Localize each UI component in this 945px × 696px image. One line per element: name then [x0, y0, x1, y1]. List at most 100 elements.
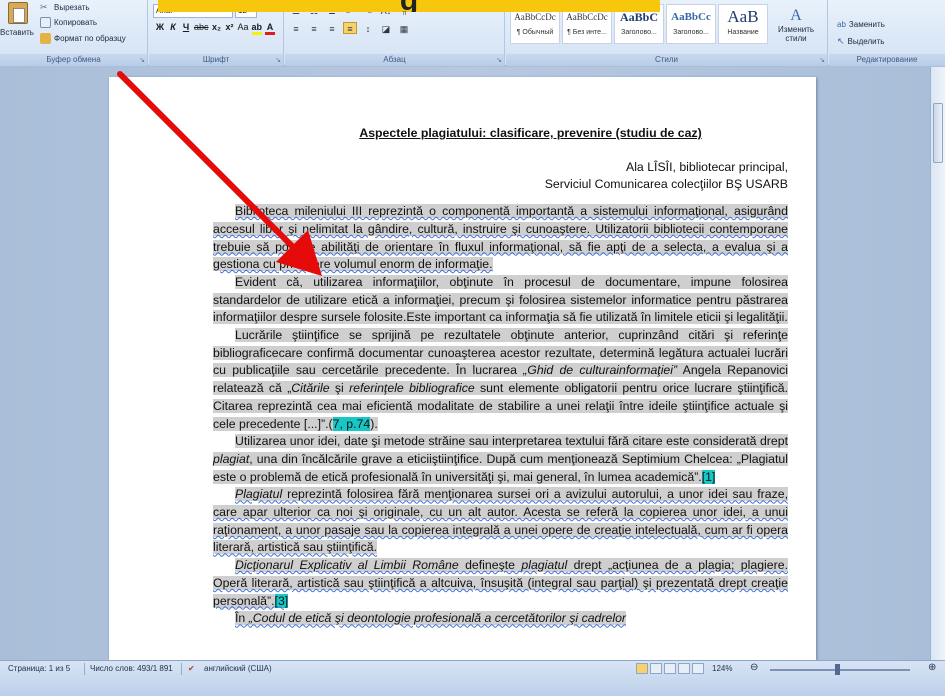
document-page[interactable]: Aspectele plagiatului: clasificare, prev… [109, 77, 816, 660]
draft-icon[interactable] [692, 663, 704, 674]
change-styles-label: Изменить стили [777, 25, 815, 43]
full-screen-reading-icon[interactable] [650, 663, 662, 674]
cut-label: Вырезать [54, 3, 90, 12]
vertical-scrollbar[interactable] [930, 67, 945, 660]
paragraph-5-italic: Plagiatul [235, 487, 283, 502]
paste-icon[interactable] [8, 2, 28, 24]
shading-icon[interactable]: ◪ [379, 22, 393, 34]
copy-button[interactable]: Копировать [40, 17, 97, 28]
scissors-icon: ✂ [40, 2, 48, 12]
scrollbar-thumb[interactable] [933, 103, 943, 163]
style-preview: AaB [727, 7, 759, 26]
cut-button[interactable]: ✂ Вырезать [40, 2, 90, 13]
clipboard-group: Вставить ✂ Вырезать Копировать Формат по… [0, 0, 148, 66]
zoom-in-icon[interactable]: ⊕ [928, 662, 936, 673]
paragraph-group-label: Абзац [285, 54, 504, 66]
font-format-row: Ж К Ч abc x₂ x² Aa ab A [155, 22, 276, 35]
paragraph-7-text: În [235, 611, 249, 626]
paragraph-row-bottom: ≡ ≡ ≡ ≡ ↕ ◪ ▦ [289, 22, 411, 34]
change-styles-icon: A [790, 7, 802, 24]
paragraph-3-italic: „Ghid de culturainformaţiei” [523, 363, 678, 378]
paragraph-6-text-a: defineşte [458, 558, 522, 573]
justify-icon[interactable]: ≡ [343, 22, 357, 34]
clipboard-launcher-icon[interactable]: ↘ [139, 56, 145, 64]
change-case-icon[interactable]: Aa [238, 22, 249, 35]
italic-icon[interactable]: К [168, 22, 178, 35]
align-right-icon[interactable]: ≡ [325, 22, 339, 34]
line-spacing-icon[interactable]: ↕ [361, 22, 375, 34]
document-body[interactable]: Aspectele plagiatului: clasificare, prev… [213, 125, 789, 628]
style-name: Заголово... [673, 29, 709, 36]
overlay-banner: g [158, 0, 660, 12]
style-preview: AaBbCc [671, 11, 711, 23]
paragraph-7-italic: „Codul de etică şi deontologie profesion… [248, 611, 627, 626]
paragraph-launcher-icon[interactable]: ↘ [496, 56, 502, 64]
style-name: ¶ Обычный [516, 29, 554, 36]
font-color-icon[interactable]: A [265, 22, 276, 35]
format-painter-button[interactable]: Формат по образцу [40, 33, 126, 44]
bold-icon[interactable]: Ж [155, 22, 165, 35]
align-center-icon[interactable]: ≡ [307, 22, 321, 34]
citation-link[interactable]: [3] [274, 593, 289, 608]
paragraph-2-text: Evident că, utilizarea informaţiilor, ob… [213, 274, 788, 325]
zoom-out-icon[interactable]: ⊖ [750, 662, 758, 673]
paragraph-5-text: reprezintă folosirea fără menţionarea su… [213, 487, 788, 555]
styles-group-label: Стили [506, 54, 827, 66]
brush-icon [40, 33, 51, 44]
outline-icon[interactable] [678, 663, 690, 674]
language-indicator[interactable]: английский (США) [204, 664, 272, 673]
page-count[interactable]: Страница: 1 из 5 [8, 664, 70, 673]
styles-launcher-icon[interactable]: ↘ [819, 56, 825, 64]
style-tile-heading-2[interactable]: AaBbCc Заголово... [666, 4, 716, 44]
change-styles-button[interactable]: A Изменить стили [772, 7, 820, 44]
paragraph-1: Biblioteca mileniului III reprezintă o c… [213, 203, 788, 274]
view-buttons [636, 663, 704, 674]
clipboard-group-label: Буфер обмена [0, 54, 147, 66]
subscript-icon[interactable]: x₂ [212, 22, 222, 35]
style-tile-title[interactable]: AaB Название [718, 4, 768, 44]
citation-link[interactable]: 7, p.74 [332, 416, 371, 431]
paragraph-5: Plagiatul reprezintă folosirea fără menţ… [213, 486, 788, 557]
paragraph-3-italic-3: referinţele bibliografice [349, 381, 475, 396]
style-name: ¶ Без инте... [567, 29, 607, 36]
strikethrough-icon[interactable]: abc [194, 22, 209, 35]
paragraph-4-text-a: Utilizarea unor idei, date şi metode str… [235, 434, 788, 449]
underline-icon[interactable]: Ч [181, 22, 191, 35]
style-name: Название [727, 29, 759, 36]
paragraph-3: Lucrările ştiinţifice se sprijină pe rez… [213, 327, 789, 433]
replace-icon: ab [837, 20, 846, 29]
web-layout-icon[interactable] [664, 663, 676, 674]
author-line-1: Ala LÎSÎI, bibliotecar principal, [626, 159, 788, 174]
citation-link[interactable]: [1] [701, 469, 716, 484]
zoom-slider[interactable] [770, 669, 910, 671]
borders-icon[interactable]: ▦ [397, 22, 411, 34]
format-painter-label: Формат по образцу [54, 34, 126, 43]
zoom-slider-handle[interactable] [835, 664, 840, 675]
divider [84, 663, 85, 675]
document-title: Aspectele plagiatului: clasificare, prev… [359, 126, 702, 140]
paste-label: Вставить [0, 28, 34, 37]
paragraph-3-text-e: ). [370, 416, 378, 431]
select-icon: ↖ [837, 36, 845, 46]
document-workspace: Aspectele plagiatului: clasificare, prev… [0, 67, 930, 660]
paragraph-3-text-c: şi [329, 381, 350, 396]
select-button[interactable]: ↖ Выделить [837, 36, 884, 47]
highlight-icon[interactable]: ab [251, 22, 263, 35]
superscript-icon[interactable]: x² [225, 22, 235, 35]
word-count[interactable]: Число слов: 493/1 891 [90, 664, 173, 673]
paste-button[interactable]: Вставить [0, 28, 34, 37]
align-left-icon[interactable]: ≡ [289, 22, 303, 34]
status-bar: Страница: 1 из 5 Число слов: 493/1 891 ✔… [0, 660, 945, 696]
copy-icon [40, 17, 51, 28]
paragraph-4-italic: plagiat [213, 451, 250, 466]
font-launcher-icon[interactable]: ↘ [275, 56, 281, 64]
zoom-level[interactable]: 124% [712, 664, 732, 673]
print-layout-icon[interactable] [636, 663, 648, 674]
spellcheck-icon[interactable]: ✔ [188, 664, 195, 673]
paragraph-6-italic-2: plagiatul [521, 558, 568, 573]
paragraph-4: Utilizarea unor idei, date şi metode str… [213, 433, 788, 486]
paragraph-3-italic-2: Citările [291, 381, 330, 396]
font-group-label: Шрифт [149, 54, 283, 66]
paragraph-7: În „Codul de etică şi deontologie profes… [213, 610, 788, 628]
replace-button[interactable]: ab Заменить [837, 20, 885, 29]
